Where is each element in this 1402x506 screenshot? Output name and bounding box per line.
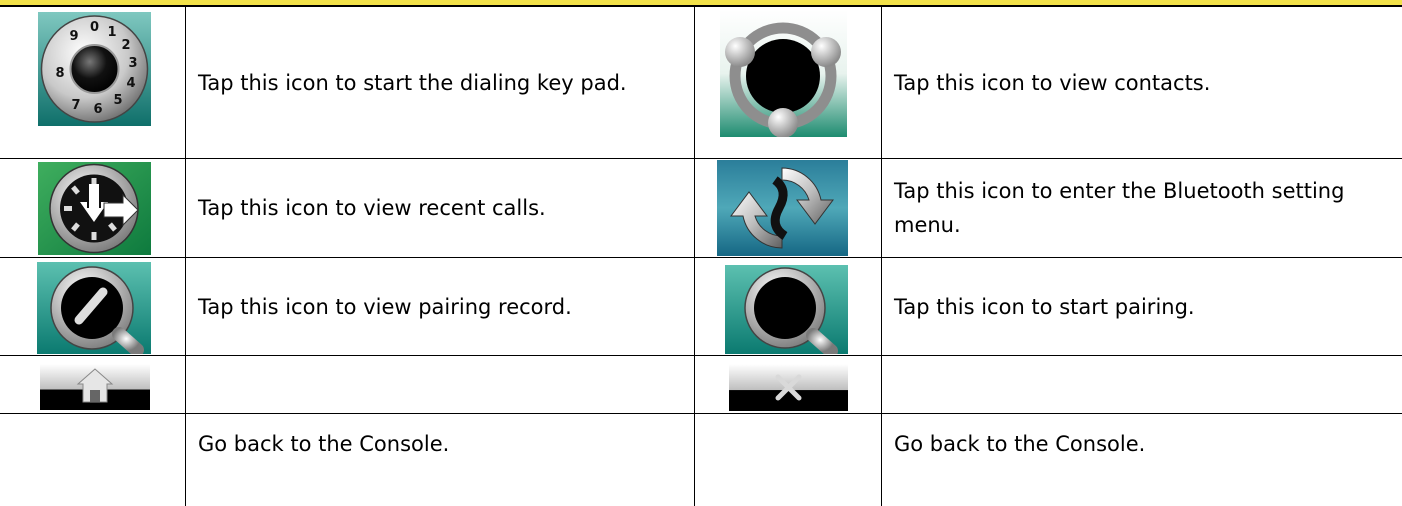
bluetooth-settings-description: Tap this icon to enter the Bluetooth set… xyxy=(894,179,1345,237)
keypad-digit: 9 xyxy=(69,29,78,44)
home-description: Go back to the Console. xyxy=(198,432,450,456)
close-icon xyxy=(729,364,848,411)
keypad-digit: 2 xyxy=(121,38,130,53)
recent-calls-description: Tap this icon to view recent calls. xyxy=(198,196,546,220)
contacts-icon xyxy=(720,10,847,137)
keypad-digit: 4 xyxy=(126,76,135,91)
home-icon xyxy=(40,364,150,410)
keypad-digit: 7 xyxy=(71,98,80,113)
keypad-digit: 8 xyxy=(55,66,64,81)
recent-calls-icon xyxy=(38,162,151,255)
close-description: Go back to the Console. xyxy=(894,432,1146,456)
pairing-record-icon xyxy=(37,262,151,354)
pairing-record-description: Tap this icon to view pairing record. xyxy=(198,294,572,319)
keypad-digit: 0 xyxy=(90,20,99,35)
start-pairing-description: Tap this icon to start pairing. xyxy=(894,294,1195,319)
dial-keypad-description: Tap this icon to start the dialing key p… xyxy=(198,70,627,95)
row-divider-3 xyxy=(0,355,1402,356)
contacts-description: Tap this icon to view contacts. xyxy=(894,70,1211,95)
keypad-digit: 5 xyxy=(113,93,122,108)
keypad-digit: 1 xyxy=(107,25,116,40)
start-pairing-icon xyxy=(725,265,848,354)
keypad-digit: 6 xyxy=(93,102,102,117)
bluetooth-settings-icon xyxy=(717,160,848,256)
keypad-digit: 3 xyxy=(128,56,137,71)
dial-keypad-icon: 0 1 2 3 4 5 6 7 8 9 xyxy=(38,12,151,126)
